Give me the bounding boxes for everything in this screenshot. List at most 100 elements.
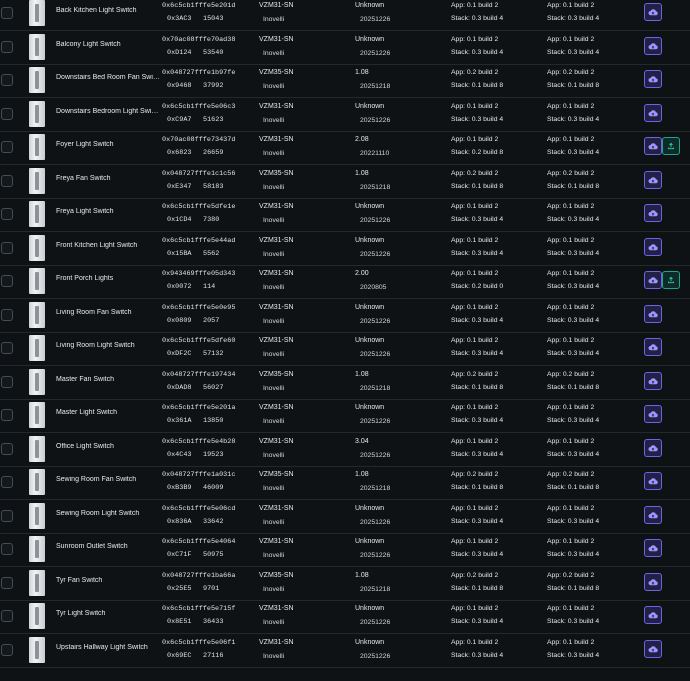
device-name[interactable]: Sewing Room Fan Switch [56,476,160,483]
device-name[interactable]: Sunroom Outlet Switch [56,543,160,550]
ota-check-button[interactable] [644,472,662,490]
ota-check-button[interactable] [644,170,662,189]
device-name[interactable]: Master Fan Switch [56,376,160,383]
ota-check-button[interactable] [644,572,662,591]
row-checkbox[interactable] [1,342,13,354]
table-row[interactable]: Sunroom Outlet Switch 0x6c5cb1fffe5e4064 0… [0,534,690,567]
ota-check-button[interactable] [644,371,662,390]
row-checkbox[interactable] [1,275,13,287]
device-name[interactable]: Upstairs Hallway Light Switch [56,644,160,651]
device-name[interactable]: Tyr Fan Switch [56,577,160,584]
ota-check-button[interactable] [644,36,662,55]
table-row[interactable]: Back Kitchen Light Switch 0x6c5cb1fffe5e2… [0,0,690,31]
row-checkbox[interactable] [1,375,13,388]
ota-check-button[interactable] [644,438,662,457]
row-checkbox[interactable] [1,509,13,522]
light-switch-icon [29,502,45,529]
row-checkbox[interactable] [1,141,13,153]
table-row[interactable]: Freya Light Switch 0x6c5cb1fffe5dfe1e 0x1C… [0,199,690,232]
row-checkbox[interactable] [1,409,13,421]
cloud-upload-icon [648,411,658,418]
row-checkbox[interactable] [1,643,13,656]
table-row[interactable]: Foyer Light Switch 0x70ac08fffe73437d 0x68… [0,132,690,165]
row-checkbox[interactable] [1,40,13,53]
available-app-version: App: 0.2 build 2 [547,69,595,76]
manufacturer: Inovelli [263,418,285,425]
device-name[interactable]: Front Kitchen Light Switch [56,242,160,249]
row-checkbox[interactable] [1,476,13,488]
table-row[interactable]: Balcony Light Switch 0x70ac08fffe70ad38 0x… [0,32,690,65]
device-name[interactable]: Master Light Switch [56,409,160,416]
model-id: VZM31-SN [259,303,294,311]
ota-update-button[interactable] [662,137,680,155]
table-row[interactable]: Master Fan Switch 0x048727fffe197434 0xDAD… [0,367,690,400]
network-address: 0xD124 [167,48,192,57]
ota-check-button[interactable] [644,204,662,222]
device-name[interactable]: Freya Fan Switch [56,175,160,182]
table-row[interactable]: Upstairs Hallway Light Switch 0x6c5cb1fff… [0,635,690,668]
ieee-address: 0x6c5cb1fffe5e201d [162,2,236,10]
row-checkbox[interactable] [1,442,13,455]
table-row[interactable]: Living Room Light Switch 0x6c5cb1fffe5dfe… [0,333,690,366]
device-name[interactable]: Downstairs Bed Room Fan Switch [56,74,160,81]
row-checkbox[interactable] [1,7,13,19]
device-name[interactable]: Back Kitchen Light Switch [56,7,160,14]
row-checkbox[interactable] [1,308,13,321]
device-name[interactable]: Foyer Light Switch [56,141,160,148]
ota-check-button[interactable] [644,103,662,122]
device-name[interactable]: Freya Light Switch [56,208,160,215]
ota-check-button[interactable] [644,70,662,88]
table-row[interactable]: Tyr Light Switch 0x6c5cb1fffe5e715f 0x8E51… [0,601,690,634]
device-name[interactable]: Tyr Light Switch [56,610,160,617]
network-address: 0x15BA [167,249,192,258]
device-name[interactable]: Living Room Fan Switch [56,309,160,316]
ota-update-button[interactable] [662,271,680,289]
row-checkbox[interactable] [1,543,13,555]
cloud-upload-icon [648,243,658,250]
row-checkbox[interactable] [1,174,13,187]
ota-check-button[interactable] [644,137,662,155]
ota-check-button[interactable] [644,271,662,289]
table-row[interactable]: Front Porch Lights 0x943469fffe05d343 0x00… [0,266,690,299]
device-name[interactable]: Balcony Light Switch [56,41,160,48]
ota-check-button[interactable] [644,304,662,323]
table-row[interactable]: Downstairs Bed Room Fan Switch 0x048727ff… [0,65,690,98]
device-name[interactable]: Front Porch Lights [56,275,160,282]
device-name[interactable]: Sewing Room Light Switch [56,510,160,517]
table-row[interactable]: Front Kitchen Light Switch 0x6c5cb1fffe5e… [0,233,690,266]
device-name[interactable]: Downstairs Bedroom Light Switch [56,108,160,115]
light-switch-icon [29,301,45,328]
installed-stack-version: Stack: 0.3 build 4 [451,618,504,625]
ota-check-button[interactable] [644,338,662,356]
device-name[interactable]: Office Light Switch [56,443,160,450]
row-checkbox[interactable] [1,241,13,254]
table-row[interactable]: Master Light Switch 0x6c5cb1fffe5e201a 0x3… [0,400,690,433]
ota-check-button[interactable] [644,237,662,256]
table-row[interactable]: Office Light Switch 0x6c5cb1fffe5e4b28 0x4… [0,434,690,467]
table-row[interactable]: Sewing Room Light Switch 0x6c5cb1fffe5e06… [0,501,690,534]
table-row[interactable]: Tyr Fan Switch 0x048727fffe1ba66a 0x25E5 97… [0,568,690,601]
table-row[interactable]: Living Room Fan Switch 0x6c5cb1fffe5e0e95… [0,300,690,333]
row-checkbox[interactable] [1,208,13,220]
row-checkbox[interactable] [1,74,13,86]
upload-icon [668,276,674,284]
row-checkbox[interactable] [1,610,13,622]
network-address: 0x1CD4 [167,216,192,224]
firmware-date: 20251226 [360,351,391,358]
ota-check-button[interactable] [644,405,662,423]
ota-check-button[interactable] [644,539,662,557]
ota-check-button[interactable] [644,3,662,21]
installed-app-version: App: 0.1 build 2 [451,136,499,143]
row-checkbox[interactable] [1,576,13,589]
table-row[interactable]: Downstairs Bedroom Light Switch 0x6c5cb1f… [0,99,690,132]
network-address-decimal: 36433 [203,618,224,626]
ota-check-button[interactable] [644,639,662,658]
row-checkbox[interactable] [1,107,13,120]
model-id: VZM31-SN [259,504,294,512]
device-name[interactable]: Living Room Light Switch [56,342,160,349]
table-row[interactable]: Freya Fan Switch 0x048727fffe1c1c56 0xE347… [0,166,690,199]
ota-check-button[interactable] [644,505,662,524]
ota-check-button[interactable] [644,606,662,624]
firmware-version: Unknown [355,337,385,344]
table-row[interactable]: Sewing Room Fan Switch 0x048727fffe1a031c… [0,467,690,500]
